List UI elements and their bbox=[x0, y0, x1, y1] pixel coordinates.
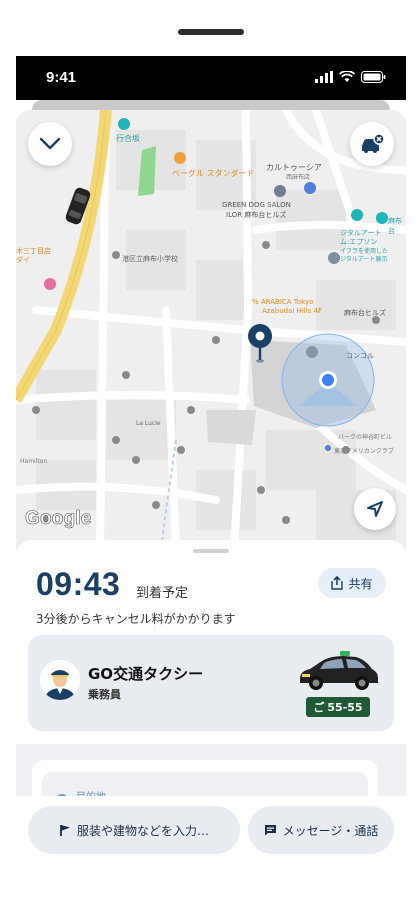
share-label: 共有 bbox=[348, 576, 373, 591]
message-icon bbox=[264, 825, 276, 836]
plate-number: 55-55 bbox=[327, 700, 363, 714]
driver-avatar bbox=[40, 660, 80, 700]
sheet-drag-handle[interactable] bbox=[193, 549, 229, 553]
driver-card[interactable]: GO交通タクシー 乗務員 ご 55-55 bbox=[28, 635, 394, 731]
plate-prefix: ご bbox=[313, 701, 325, 714]
cancel-fee-note: 3分後からキャンセル料がかかります bbox=[36, 612, 236, 626]
taxi-company-name: GO交通タクシー bbox=[88, 665, 204, 683]
signal-icon bbox=[315, 71, 333, 83]
car-status-button[interactable] bbox=[350, 122, 394, 166]
status-icons bbox=[315, 71, 386, 83]
map-label: Hamilton bbox=[20, 458, 48, 465]
map-view[interactable]: 行合坂 ベーグル スタンダード カルトゥーシア 西麻布店 GREEN DOG S… bbox=[16, 110, 406, 550]
car-x-icon bbox=[362, 133, 385, 153]
top-drag-handle[interactable] bbox=[178, 29, 244, 35]
map-label: 行合坂 bbox=[116, 134, 140, 143]
flag-icon bbox=[60, 824, 70, 836]
map-label: 麻布台ヒルズ bbox=[344, 309, 386, 317]
collapse-button[interactable] bbox=[28, 122, 72, 166]
map-label: 港区立麻布小学校 bbox=[122, 255, 178, 263]
eta-time: 09:43 bbox=[36, 566, 121, 602]
wifi-icon bbox=[339, 71, 355, 82]
status-time: 9:41 bbox=[46, 69, 77, 86]
status-bar: 9:41 bbox=[16, 56, 406, 100]
map-label: ベーグル スタンダード bbox=[172, 169, 255, 178]
message-call-button[interactable]: メッセージ・通話 bbox=[248, 806, 394, 854]
landmark-input-label: 服装や建物などを入力… bbox=[76, 823, 209, 838]
eta-label: 到着予定 bbox=[136, 586, 189, 601]
map-label: ILOR 麻布台ヒルズ bbox=[226, 211, 287, 219]
map-label: バークの神谷町ビル bbox=[338, 434, 393, 441]
map-label: 東京アメリカンクラブ bbox=[334, 448, 394, 455]
driver-role: 乗務員 bbox=[88, 688, 121, 701]
map-label: ジタルアート展示 bbox=[340, 256, 388, 263]
chevron-down-icon bbox=[39, 137, 61, 150]
share-icon bbox=[331, 576, 344, 590]
license-plate: ご 55-55 bbox=[306, 697, 370, 717]
share-button[interactable]: 共有 bbox=[318, 568, 386, 598]
message-call-label: メッセージ・通話 bbox=[282, 823, 379, 838]
taxi-car-image bbox=[300, 651, 378, 690]
map-label: GREEN DOG SALON bbox=[222, 201, 291, 209]
map-label: コンコル bbox=[346, 352, 374, 360]
destination-section: 目的地 bbox=[16, 744, 406, 820]
map-label: % ARABICA Tokyo bbox=[252, 298, 314, 306]
landmark-input-button[interactable]: 服装や建物などを入力… bbox=[28, 806, 240, 854]
phone-screen: 9:41 行合坂 ベーグル スタンダード カルトゥーシア 西麻布店 GREEN … bbox=[16, 56, 406, 900]
navigation-arrow-icon bbox=[367, 501, 383, 517]
current-location-button[interactable] bbox=[354, 488, 396, 530]
battery-icon bbox=[361, 71, 386, 83]
google-logo: Google bbox=[25, 508, 92, 530]
map-label: 西麻布店 bbox=[286, 174, 311, 181]
bottom-action-bar: 服装や建物などを入力… メッセージ・通話 bbox=[16, 796, 406, 900]
map-label: Azabudai Hills 4F bbox=[262, 307, 322, 315]
map-label: ダイ bbox=[16, 256, 30, 264]
map-label: 麻布台 bbox=[388, 217, 402, 235]
map-label: La Lucie bbox=[136, 420, 161, 427]
